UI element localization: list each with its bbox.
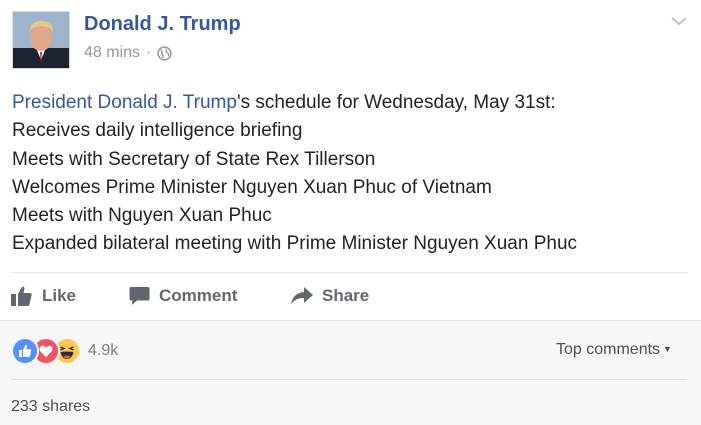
thumbs-up-icon [11,286,32,306]
top-comments-dropdown[interactable]: Top comments ▼ [556,341,672,359]
facebook-post: Donald J. Trump 48 mins · President Dona… [0,0,701,425]
schedule-item: Expanded bilateral meeting with Prime Mi… [12,233,578,255]
action-bar: Like Comment Share [0,278,701,314]
schedule-item: Welcomes Prime Minister Nguyen Xuan Phuc… [12,176,492,198]
reactions-summary[interactable]: 4.9k [11,337,119,365]
post-text-line: President Donald J. Trump's schedule for… [12,89,692,117]
schedule-item: Meets with Nguyen Xuan Phuc [12,205,272,227]
shares-count-link[interactable]: 233 shares [11,398,90,416]
comment-button[interactable]: Comment [129,278,237,314]
caret-down-icon: ▼ [663,344,672,354]
post-timestamp[interactable]: 48 mins [84,44,140,62]
comment-icon [129,287,150,305]
divider [12,272,688,273]
chevron-down-icon[interactable] [668,12,690,30]
author-mention-link[interactable]: President Donald J. Trump [12,92,237,113]
comment-label: Comment [159,286,238,305]
post-text-first-rest: 's schedule for Wednesday, May 31st: [236,92,556,113]
post-meta: 48 mins · [84,44,172,62]
globe-icon[interactable] [157,45,172,61]
divider [11,379,687,380]
like-reaction-icon [11,337,39,365]
schedule-item: Meets with Secretary of State Rex Tiller… [12,148,376,170]
post-text: President Donald J. Trump's schedule for… [12,89,692,259]
reaction-count: 4.9k [88,342,119,359]
share-arrow-icon [291,287,313,304]
like-button[interactable]: Like [11,278,76,314]
top-comments-label: Top comments [556,341,661,358]
author-name[interactable]: Donald J. Trump [84,13,241,36]
share-label: Share [322,286,370,305]
like-label: Like [42,286,77,305]
meta-separator: · [146,44,152,61]
author-avatar[interactable] [12,11,70,69]
share-button[interactable]: Share [291,278,369,314]
schedule-item: Receives daily intelligence briefing [12,120,303,142]
post-footer: 4.9k Top comments ▼ 233 shares [0,320,701,425]
